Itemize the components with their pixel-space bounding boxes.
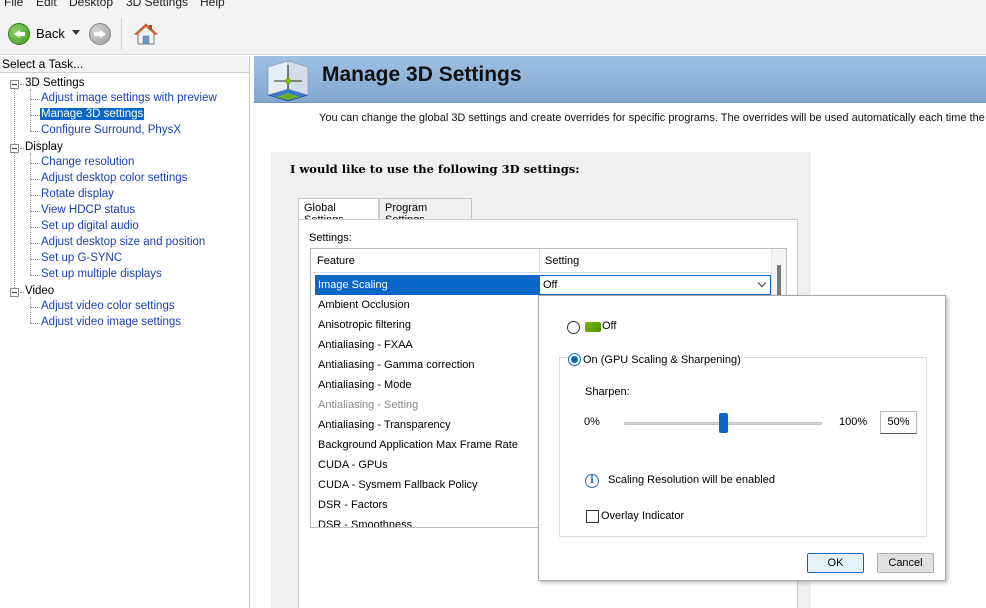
chevron-down-icon	[757, 278, 767, 288]
page-header: Manage 3D Settings	[254, 56, 986, 103]
back-history-dropdown-icon[interactable]	[72, 30, 80, 35]
option-on-label[interactable]: On (GPU Scaling & Sharpening)	[583, 354, 744, 366]
task-panel: Select a Task... 3D Settings Adjust imag…	[0, 56, 250, 608]
task-adjust-desktop-color[interactable]: Adjust desktop color settings	[41, 172, 187, 184]
task-panel-header: Select a Task...	[0, 56, 249, 73]
grid-header: Feature Setting	[311, 249, 771, 273]
table-row[interactable]: DSR - Factors	[315, 495, 539, 515]
column-setting[interactable]: Setting	[539, 249, 579, 273]
table-row[interactable]: Antialiasing - Setting	[315, 395, 539, 415]
task-set-up-digital-audio[interactable]: Set up digital audio	[41, 220, 139, 232]
task-rotate-display[interactable]: Rotate display	[41, 188, 114, 200]
image-scaling-setting-dropdown[interactable]: Off	[539, 275, 771, 295]
table-row[interactable]: CUDA - Sysmem Fallback Policy	[315, 475, 539, 495]
menu-file[interactable]: File	[4, 0, 23, 9]
menu-desktop[interactable]: Desktop	[69, 0, 113, 9]
menu-bar: File Edit Desktop 3D Settings Help	[0, 0, 986, 10]
3d-settings-icon	[266, 60, 310, 102]
menu-edit[interactable]: Edit	[36, 0, 57, 9]
settings-label: Settings:	[309, 232, 352, 244]
task-adjust-image-settings[interactable]: Adjust image settings with preview	[41, 92, 217, 104]
slider-max-label: 100%	[839, 416, 868, 428]
back-button[interactable]: Back	[36, 26, 65, 41]
table-row[interactable]: Ambient Occlusion	[315, 295, 539, 315]
sharpen-slider-thumb[interactable]	[718, 413, 728, 433]
settings-group-title: I would like to use the following 3D set…	[290, 162, 580, 176]
image-scaling-setting-value: Off	[543, 279, 558, 291]
overlay-indicator-checkbox[interactable]	[586, 510, 599, 523]
collapse-video-icon[interactable]	[10, 288, 19, 297]
scrollbar-thumb[interactable]	[777, 265, 781, 297]
tab-program-settings[interactable]: Program Settings	[379, 198, 472, 226]
task-set-up-g-sync[interactable]: Set up G-SYNC	[41, 252, 122, 264]
cancel-button[interactable]: Cancel	[877, 553, 934, 573]
tree-connector	[30, 297, 31, 323]
radio-off[interactable]	[567, 321, 580, 334]
page-title: Manage 3D Settings	[322, 63, 522, 86]
table-row[interactable]: Antialiasing - Gamma correction	[315, 355, 539, 375]
task-change-resolution[interactable]: Change resolution	[41, 156, 134, 168]
tab-global-settings[interactable]: Global Settings	[298, 198, 379, 226]
table-row[interactable]: Antialiasing - Transparency	[315, 415, 539, 435]
task-view-hdcp-status[interactable]: View HDCP status	[41, 204, 135, 216]
nvidia-icon	[585, 322, 601, 332]
ok-button[interactable]: OK	[807, 553, 864, 573]
table-row[interactable]: CUDA - GPUs	[315, 455, 539, 475]
task-set-up-multiple-displays[interactable]: Set up multiple displays	[41, 268, 162, 280]
radio-on[interactable]	[568, 353, 581, 366]
back-arrow-icon[interactable]	[8, 23, 30, 45]
table-row[interactable]: Anisotropic filtering	[315, 315, 539, 335]
slider-min-label: 0%	[584, 416, 600, 428]
menu-3d-settings[interactable]: 3D Settings	[126, 0, 188, 9]
table-row[interactable]: Image Scaling	[315, 275, 539, 295]
collapse-3d-settings-icon[interactable]	[10, 80, 19, 89]
tree-category-video[interactable]: Video	[25, 285, 54, 297]
menu-help[interactable]: Help	[200, 0, 225, 9]
image-scaling-popup: Off On (GPU Scaling & Sharpening) Sharpe…	[538, 295, 946, 581]
info-icon: i	[585, 474, 599, 488]
sharpen-label: Sharpen:	[585, 386, 630, 398]
option-off-label[interactable]: Off	[602, 320, 616, 332]
page-description: You can change the global 3D settings an…	[319, 112, 986, 124]
tree-category-3d-settings[interactable]: 3D Settings	[25, 77, 84, 89]
home-icon[interactable]	[134, 22, 158, 46]
tree-connector	[30, 89, 31, 131]
table-row[interactable]: DSR - Smoothness	[315, 515, 539, 527]
overlay-indicator-label[interactable]: Overlay Indicator	[601, 510, 684, 522]
task-configure-surround-physx[interactable]: Configure Surround, PhysX	[41, 124, 181, 136]
collapse-display-icon[interactable]	[10, 144, 19, 153]
table-row[interactable]: Background Application Max Frame Rate	[315, 435, 539, 455]
scaling-info-text: Scaling Resolution will be enabled	[608, 474, 775, 486]
task-adjust-desktop-size[interactable]: Adjust desktop size and position	[41, 236, 205, 248]
table-row[interactable]: Antialiasing - FXAA	[315, 335, 539, 355]
table-row[interactable]: Antialiasing - Mode	[315, 375, 539, 395]
task-manage-3d-settings[interactable]: Manage 3D settings	[40, 108, 145, 120]
toolbar-separator	[121, 18, 122, 50]
toolbar: Back	[0, 10, 986, 55]
tree-connector	[14, 84, 15, 292]
forward-arrow-icon[interactable]	[89, 23, 111, 45]
task-adjust-video-image[interactable]: Adjust video image settings	[41, 316, 181, 328]
sharpen-value-input[interactable]: 50%	[880, 411, 917, 434]
task-adjust-video-color[interactable]: Adjust video color settings	[41, 300, 175, 312]
tree-connector	[30, 153, 31, 275]
column-feature[interactable]: Feature	[311, 249, 355, 273]
tree-category-display[interactable]: Display	[25, 141, 63, 153]
